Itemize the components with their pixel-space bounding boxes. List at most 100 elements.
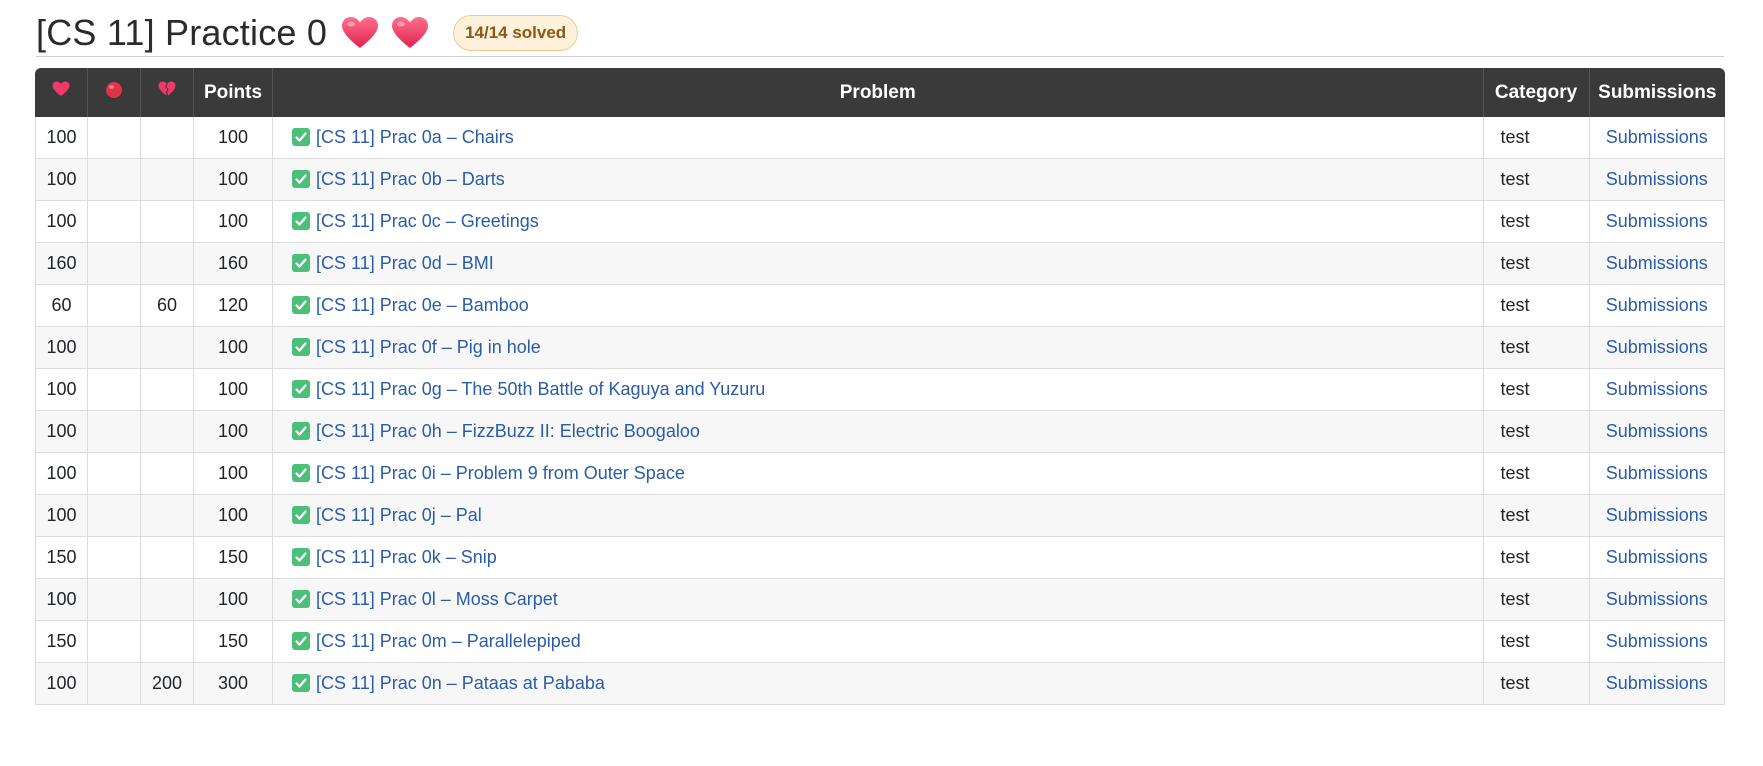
cell-points: 100 xyxy=(194,495,274,537)
table-header-row: Points Problem Category Submissions xyxy=(35,68,1725,117)
cell-broken-heart-score: 200 xyxy=(141,663,195,705)
cell-submissions: Submissions xyxy=(1589,243,1725,285)
cell-category: test xyxy=(1483,327,1590,369)
submissions-link[interactable]: Submissions xyxy=(1606,253,1708,273)
cell-submissions: Submissions xyxy=(1589,537,1725,579)
submissions-link[interactable]: Submissions xyxy=(1606,505,1708,525)
problem-link[interactable]: [CS 11] Prac 0g – The 50th Battle of Kag… xyxy=(316,379,765,399)
problem-link[interactable]: [CS 11] Prac 0a – Chairs xyxy=(316,127,514,147)
cell-circle-score xyxy=(88,369,142,411)
cell-points: 100 xyxy=(194,453,274,495)
column-category[interactable]: Category xyxy=(1483,68,1590,117)
table-row: 60 60 120 [CS 11] Prac 0e – Bamboo test Submi… xyxy=(35,285,1725,327)
problem-link[interactable]: [CS 11] Prac 0e – Bamboo xyxy=(316,295,529,315)
cell-category: test xyxy=(1483,537,1590,579)
check-icon xyxy=(292,212,311,230)
cell-heart-score: 100 xyxy=(35,453,89,495)
table-row: 100 100 [CS 11] Prac 0c – Greetings test Sub… xyxy=(35,201,1725,243)
table-row: 100 100 [CS 11] Prac 0f – Pig in hole test S… xyxy=(35,327,1725,369)
problem-link[interactable]: [CS 11] Prac 0j – Pal xyxy=(316,505,482,525)
problem-link[interactable]: [CS 11] Prac 0c – Greetings xyxy=(316,211,539,231)
problem-link[interactable]: [CS 11] Prac 0d – BMI xyxy=(316,253,494,273)
cell-problem: [CS 11] Prac 0l – Moss Carpet xyxy=(273,579,1484,621)
column-points[interactable]: Points xyxy=(194,68,274,117)
submissions-link[interactable]: Submissions xyxy=(1606,631,1708,651)
problem-link[interactable]: [CS 11] Prac 0i – Problem 9 from Outer S… xyxy=(316,463,685,483)
cell-heart-score: 100 xyxy=(35,369,89,411)
submissions-link[interactable]: Submissions xyxy=(1606,463,1708,483)
problem-link[interactable]: [CS 11] Prac 0h – FizzBuzz II: Electric … xyxy=(316,421,700,441)
submissions-link[interactable]: Submissions xyxy=(1606,589,1708,609)
cell-submissions: Submissions xyxy=(1589,453,1725,495)
cell-heart-score: 100 xyxy=(35,327,89,369)
cell-circle-score xyxy=(88,285,142,327)
cell-broken-heart-score xyxy=(141,537,195,579)
cell-circle-score xyxy=(88,495,142,537)
submissions-link[interactable]: Submissions xyxy=(1606,127,1708,147)
check-icon xyxy=(292,422,311,440)
cell-submissions: Submissions xyxy=(1589,327,1725,369)
table-row: 100 100 [CS 11] Prac 0a – Chairs test Submis… xyxy=(35,117,1725,159)
column-heart xyxy=(35,68,89,117)
submissions-link[interactable]: Submissions xyxy=(1606,169,1708,189)
check-icon xyxy=(292,590,311,608)
problem-link[interactable]: [CS 11] Prac 0k – Snip xyxy=(316,547,497,567)
hearts-group xyxy=(341,16,429,50)
check-icon xyxy=(292,296,311,314)
problem-link[interactable]: [CS 11] Prac 0n – Pataas at Pababa xyxy=(316,673,605,693)
cell-category: test xyxy=(1483,243,1590,285)
cell-problem: [CS 11] Prac 0m – Parallelepiped xyxy=(273,621,1484,663)
cell-category: test xyxy=(1483,159,1590,201)
submissions-link[interactable]: Submissions xyxy=(1606,337,1708,357)
cell-heart-score: 150 xyxy=(35,537,89,579)
cell-circle-score xyxy=(88,621,142,663)
cell-heart-score: 100 xyxy=(35,495,89,537)
cell-broken-heart-score xyxy=(141,159,195,201)
check-icon xyxy=(292,632,311,650)
cell-heart-score: 100 xyxy=(35,201,89,243)
column-submissions[interactable]: Submissions xyxy=(1589,68,1725,117)
cell-category: test xyxy=(1483,411,1590,453)
problem-link[interactable]: [CS 11] Prac 0m – Parallelepiped xyxy=(316,631,581,651)
submissions-link[interactable]: Submissions xyxy=(1606,547,1708,567)
submissions-link[interactable]: Submissions xyxy=(1606,295,1708,315)
table-row: 100 200 300 [CS 11] Prac 0n – Pataas at Pab… xyxy=(35,663,1725,705)
cell-circle-score xyxy=(88,663,142,705)
cell-heart-score: 60 xyxy=(35,285,89,327)
cell-submissions: Submissions xyxy=(1589,579,1725,621)
table-row: 100 100 [CS 11] Prac 0i – Problem 9 from O… xyxy=(35,453,1725,495)
submissions-link[interactable]: Submissions xyxy=(1606,421,1708,441)
table-row: 100 100 [CS 11] Prac 0j – Pal test Submissio… xyxy=(35,495,1725,537)
column-problem[interactable]: Problem xyxy=(273,68,1484,117)
cell-submissions: Submissions xyxy=(1589,159,1725,201)
cell-submissions: Submissions xyxy=(1589,285,1725,327)
cell-points: 100 xyxy=(194,369,274,411)
cell-broken-heart-score xyxy=(141,369,195,411)
cell-points: 100 xyxy=(194,411,274,453)
cell-category: test xyxy=(1483,285,1590,327)
cell-points: 100 xyxy=(194,327,274,369)
cell-problem: [CS 11] Prac 0c – Greetings xyxy=(273,201,1484,243)
check-icon xyxy=(292,674,311,692)
cell-broken-heart-score xyxy=(141,117,195,159)
submissions-link[interactable]: Submissions xyxy=(1606,211,1708,231)
cell-circle-score xyxy=(88,453,142,495)
table-row: 100 100 [CS 11] Prac 0g – The 50th Battle … xyxy=(35,369,1725,411)
cell-problem: [CS 11] Prac 0n – Pataas at Pababa xyxy=(273,663,1484,705)
column-circle xyxy=(88,68,142,117)
cell-category: test xyxy=(1483,663,1590,705)
cell-submissions: Submissions xyxy=(1589,495,1725,537)
cell-problem: [CS 11] Prac 0j – Pal xyxy=(273,495,1484,537)
submissions-link[interactable]: Submissions xyxy=(1606,379,1708,399)
cell-broken-heart-score: 60 xyxy=(141,285,195,327)
submissions-link[interactable]: Submissions xyxy=(1606,673,1708,693)
problem-link[interactable]: [CS 11] Prac 0l – Moss Carpet xyxy=(316,589,558,609)
problem-link[interactable]: [CS 11] Prac 0f – Pig in hole xyxy=(316,337,541,357)
cell-submissions: Submissions xyxy=(1589,621,1725,663)
cell-category: test xyxy=(1483,117,1590,159)
cell-heart-score: 100 xyxy=(35,579,89,621)
cell-heart-score: 160 xyxy=(35,243,89,285)
cell-circle-score xyxy=(88,117,142,159)
table-row: 100 100 [CS 11] Prac 0b – Darts test Submiss… xyxy=(35,159,1725,201)
problem-link[interactable]: [CS 11] Prac 0b – Darts xyxy=(316,169,505,189)
